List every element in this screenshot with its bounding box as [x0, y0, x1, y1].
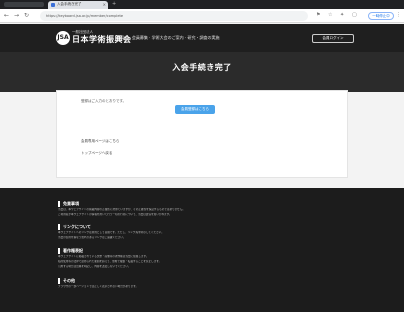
content-card: 登録はご入力のとおりです。 会員登録はこちら 会員専用ページはこちら トップペー… [56, 90, 348, 178]
footer-heading: 著作権表記 [58, 248, 354, 254]
footer-section-copyright: 著作権表記 本ウェブサイトに掲載されている文章・画像等の著作権は当会に帰属します… [58, 248, 354, 269]
global-nav[interactable]: ご案内 · 会員募集 · 学術大会のご案内 · 研究・調査の実施 [116, 35, 219, 41]
bookmark-star-icon[interactable]: ☆ [328, 12, 332, 18]
browser-tab-title: 入会手続き完了 [57, 2, 82, 6]
footer-heading: リンクについて [58, 224, 354, 230]
footer-section-links: リンクについて 本ウェブサイトへのリンクは原則として自由です。ただし、リンク先を… [58, 224, 354, 240]
extensions-icon[interactable]: ✦ [340, 12, 344, 18]
browser-tab-bar: 入会手続き完了 × + [0, 0, 404, 9]
browser-tab-active[interactable]: 入会手続き完了 × [48, 1, 108, 9]
footer-heading: その他 [58, 278, 354, 284]
footer-text: 本ウェブサイトへのリンクは原則として自由です。ただし、リンク先を明示してください… [58, 231, 164, 234]
footer-text: 本ウェブサイトに掲載されている文章・画像等の著作権は当会に帰属します。 [58, 255, 149, 258]
footer-heading: 免責事項 [58, 201, 354, 207]
footer-text: 当会は、本ウェブサイトの掲載内容の正確性に努めていますが、その正確性を保証するも… [58, 208, 185, 211]
menu-kebab-icon[interactable]: ⋮ [396, 12, 401, 18]
footer-text: 私的使用等の法律で認められた範囲を超えて、無断で複製・転載することを禁止します。 [58, 260, 162, 263]
translate-icon[interactable]: ⚑ [316, 12, 320, 18]
profile-button[interactable]: 一時停止中 [368, 12, 394, 20]
footer-section-other: その他 ブラウザの一部バージョンでは正しく表示されない場合があります。 [58, 278, 354, 289]
footer-text: ブラウザの一部バージョンでは正しく表示されない場合があります。 [58, 285, 139, 288]
close-tab-icon[interactable]: × [103, 2, 106, 7]
notice-text: 登録はご入力のとおりです。 [81, 99, 127, 103]
member-page-link[interactable]: 会員専用ページはこちら [81, 139, 119, 144]
site-header: JSA 一般社団法人 日本学術振興会 ご案内 · 会員募集 · 学術大会のご案内… [0, 24, 404, 52]
footer-text: 当会の信用を損なう恐れのあるリンクはご遠慮ください。 [58, 236, 126, 239]
footer-text: 引用する場合は出典を明記し、内容を改変しないでください。 [58, 265, 131, 268]
footer-section-disclaimer: 免責事項 当会は、本ウェブサイトの掲載内容の正確性に努めていますが、その正確性を… [58, 201, 354, 217]
browser-address-bar: ← → ↻ https://keyboard.jsa.or.jp/member/… [0, 9, 404, 23]
forward-icon[interactable]: → [14, 12, 19, 19]
back-to-top-link[interactable]: トップページへ戻る [81, 151, 112, 156]
new-tab-icon[interactable]: + [112, 1, 116, 7]
page-title: 入会手続き完了 [172, 63, 232, 72]
url-input[interactable]: https://keyboard.jsa.or.jp/member/comple… [40, 11, 308, 21]
register-button[interactable]: 会員登録はこちら [175, 105, 215, 114]
reload-icon[interactable]: ↻ [24, 12, 29, 19]
footer-text: ご利用者が本ウェブサイトの情報を用いて行う一切の行為について、当会は責任を負いか… [58, 213, 172, 216]
sidebar-icon[interactable]: ▢ [352, 12, 357, 18]
browser-tab-inactive[interactable] [4, 2, 44, 7]
site-footer: 免責事項 当会は、本ウェブサイトの掲載内容の正確性に努めていますが、その正確性を… [0, 188, 404, 312]
logo-icon[interactable]: JSA [56, 31, 70, 45]
favicon-icon [51, 3, 55, 7]
back-icon[interactable]: ← [4, 12, 9, 19]
member-login-button[interactable]: 会員ログイン [312, 34, 354, 43]
